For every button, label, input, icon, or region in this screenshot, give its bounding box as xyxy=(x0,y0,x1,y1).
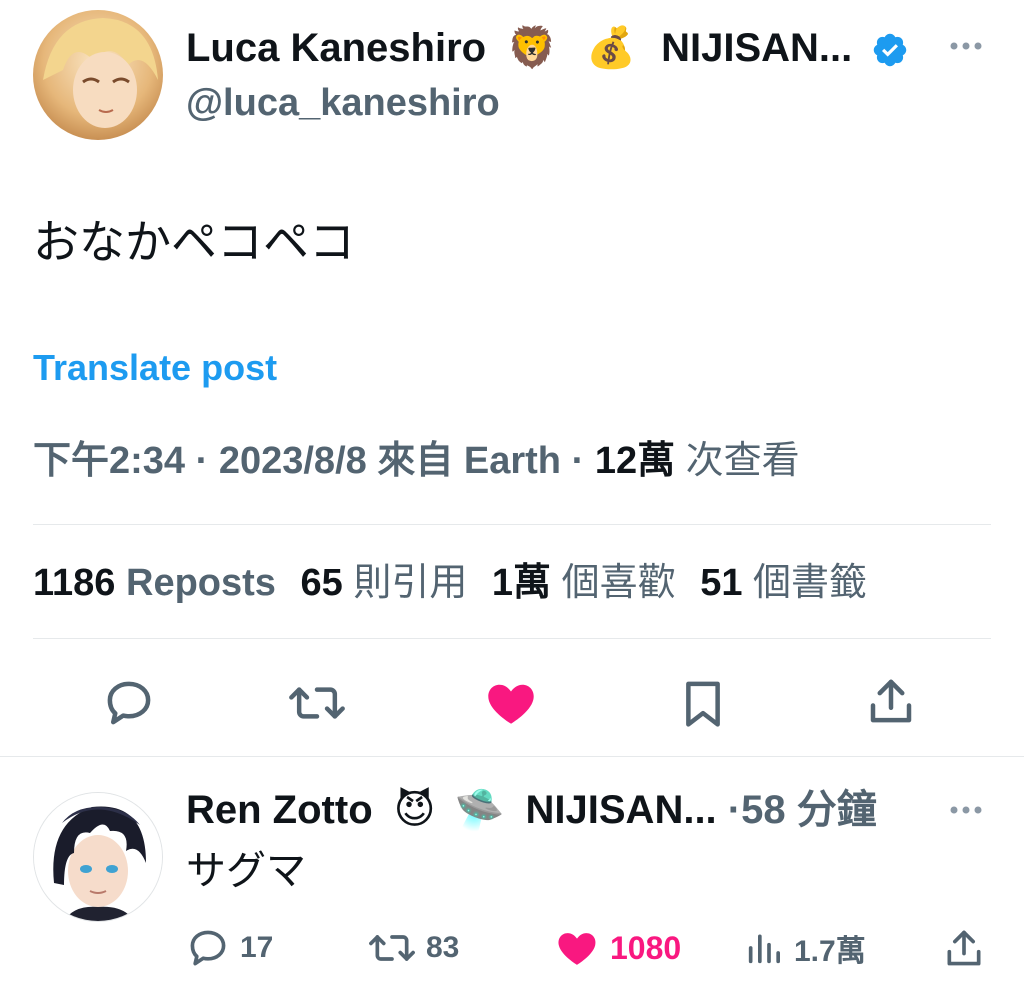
reply-replies-count: 17 xyxy=(240,931,274,964)
repost-button[interactable] xyxy=(288,676,346,730)
tweet-meta: 下午2:34 · 2023/8/8 來自 Earth · 12萬 次查看 xyxy=(33,437,800,485)
views-count: 12萬 xyxy=(594,440,676,482)
like-button[interactable] xyxy=(484,676,538,730)
reply-likes-count: 1080 xyxy=(610,929,682,966)
quotes-label: 則引用 xyxy=(353,562,468,604)
likes-stat[interactable]: 1萬 個喜歡 xyxy=(492,562,686,604)
heart-icon xyxy=(558,933,596,965)
meta-separator: · xyxy=(571,440,585,482)
reply-repost-button[interactable]: 83 xyxy=(368,926,459,970)
repost-icon xyxy=(369,935,415,961)
reply-more-options-button[interactable] xyxy=(946,790,986,839)
tweet-source: 來自 Earth xyxy=(377,440,562,482)
likes-label: 個喜歡 xyxy=(561,562,676,604)
avatar-image xyxy=(34,793,162,921)
reply-button[interactable] xyxy=(102,676,156,730)
quotes-count: 65 xyxy=(300,562,343,604)
divider xyxy=(0,756,1024,757)
bookmark-icon xyxy=(686,681,720,727)
more-icon xyxy=(950,42,982,50)
reply-author-avatar[interactable] xyxy=(33,792,163,922)
tweet-stats: 1186 Reposts 65 則引用 1萬 個喜歡 51 個書籤 xyxy=(33,558,867,608)
reply-text: サグマ xyxy=(186,849,306,893)
author-name: Luca Kaneshiro xyxy=(186,26,487,70)
views-icon xyxy=(748,934,780,964)
money-bag-emoji: 💰 xyxy=(586,25,636,71)
reply-like-button[interactable]: 1080 xyxy=(554,926,681,970)
author-handle[interactable]: @luca_kaneshiro xyxy=(186,80,500,126)
lion-emoji: 🦁 xyxy=(507,25,558,71)
tweet-time[interactable]: 下午2:34 xyxy=(33,440,185,482)
heart-icon xyxy=(488,684,534,724)
more-options-button[interactable] xyxy=(946,26,986,75)
author-name-suffix: NIJISAN... xyxy=(661,26,853,70)
avatar-image xyxy=(33,10,163,140)
tweet-text: おなかペコペコ xyxy=(33,216,355,268)
reply-icon xyxy=(107,681,151,725)
quotes-stat[interactable]: 65 則引用 xyxy=(301,562,478,604)
likes-count: 1萬 xyxy=(491,562,552,604)
views-label: 次查看 xyxy=(685,440,800,482)
reposts-count: 1186 xyxy=(33,562,116,604)
share-icon xyxy=(870,679,912,723)
bookmarks-count: 51 xyxy=(700,562,743,604)
repost-icon xyxy=(289,687,345,719)
bookmarks-label: 個書籤 xyxy=(753,562,868,604)
bookmarks-stat[interactable]: 51 個書籤 xyxy=(700,562,867,604)
divider xyxy=(33,638,991,639)
reposts-stat[interactable]: 1186 Reposts xyxy=(33,562,287,604)
divider xyxy=(33,524,991,525)
verified-badge-icon xyxy=(871,31,909,69)
reply-reposts-count: 83 xyxy=(426,931,460,964)
reply-author-name: Ren Zotto xyxy=(186,788,373,832)
ufo-emoji: 🛸 xyxy=(454,787,505,833)
reply-author-suffix: NIJISAN... xyxy=(525,788,717,832)
reply-icon xyxy=(190,930,226,966)
tweet-date[interactable]: 2023/8/8 xyxy=(219,440,367,482)
author-name-line[interactable]: Luca Kaneshiro 🦁 💰 NIJISAN... xyxy=(186,24,909,72)
reply-share-button[interactable] xyxy=(942,926,986,975)
share-button[interactable] xyxy=(864,674,918,728)
reply-author-line[interactable]: Ren Zotto 😈 🛸 NIJISAN... ·58 分鐘 xyxy=(186,786,877,834)
reply-views-button[interactable]: 1.7萬 xyxy=(744,926,866,970)
author-avatar[interactable] xyxy=(33,10,163,140)
reply-reply-button[interactable]: 17 xyxy=(186,926,273,970)
reply-views-count: 1.7萬 xyxy=(794,935,866,968)
reposts-label: Reposts xyxy=(126,562,276,604)
translate-post-link[interactable]: Translate post xyxy=(33,346,277,390)
share-icon xyxy=(947,930,981,966)
devil-emoji: 😈 xyxy=(393,787,436,833)
reply-time-ago[interactable]: ·58 分鐘 xyxy=(728,788,877,832)
more-icon xyxy=(950,806,982,814)
bookmark-button[interactable] xyxy=(676,676,730,730)
meta-separator: · xyxy=(195,440,209,482)
